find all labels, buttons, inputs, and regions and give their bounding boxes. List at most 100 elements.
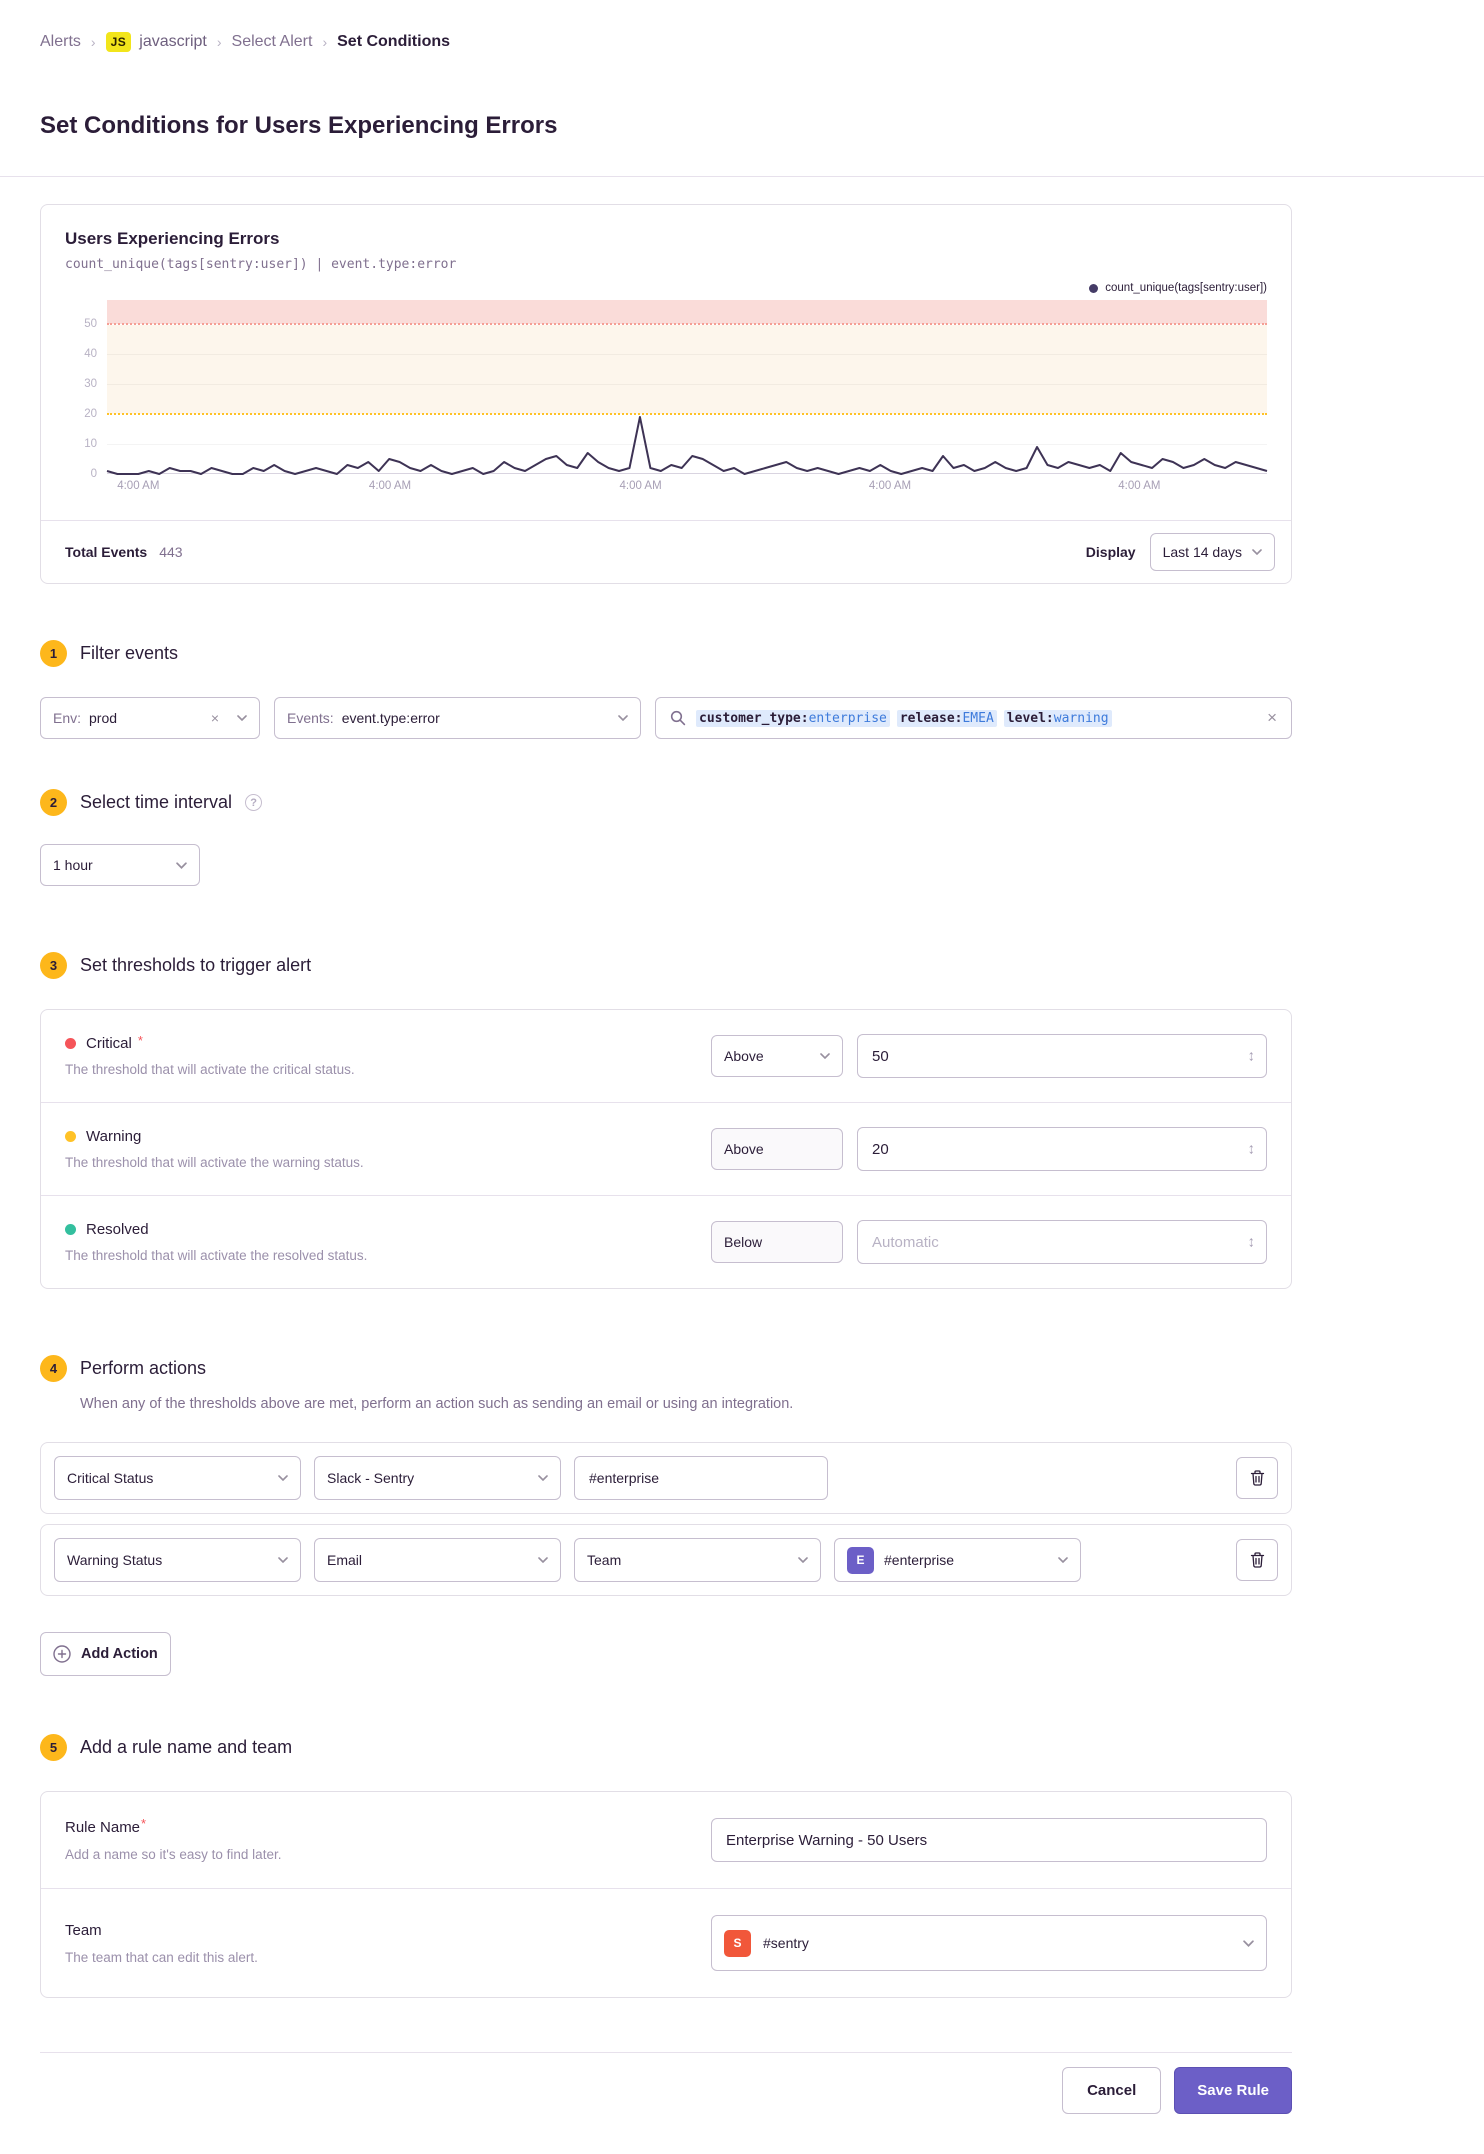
warning-status-icon bbox=[65, 1131, 76, 1142]
number-stepper-icon[interactable]: ↕ bbox=[1248, 1048, 1256, 1065]
trash-icon bbox=[1250, 1470, 1265, 1486]
chevron-down-icon bbox=[538, 1475, 548, 1481]
resolved-threshold-row: Resolved The threshold that will activat… bbox=[41, 1195, 1291, 1288]
event-filter-search-input[interactable]: customer_type:enterprise release:EMEA le… bbox=[655, 697, 1292, 739]
critical-condition-value: Above bbox=[724, 1048, 764, 1064]
breadcrumb-alerts[interactable]: Alerts bbox=[40, 33, 81, 51]
action-team-select[interactable]: E #enterprise bbox=[834, 1538, 1081, 1582]
x-tick: 4:00 AM bbox=[368, 480, 412, 492]
chart-title: Users Experiencing Errors bbox=[65, 229, 280, 248]
chevron-down-icon bbox=[820, 1053, 830, 1059]
action-service-select[interactable]: Slack - Sentry bbox=[314, 1456, 561, 1500]
page-header: Set Conditions for Users Experiencing Er… bbox=[0, 52, 1484, 177]
resolved-threshold-input[interactable] bbox=[857, 1220, 1267, 1264]
rule-name-input[interactable] bbox=[711, 1818, 1267, 1862]
critical-threshold-input[interactable] bbox=[857, 1034, 1267, 1078]
critical-status-icon bbox=[65, 1038, 76, 1049]
events-line-series bbox=[107, 300, 1267, 474]
delete-action-button[interactable] bbox=[1236, 1539, 1278, 1581]
number-stepper-icon[interactable]: ↕ bbox=[1248, 1234, 1256, 1251]
action-trigger-select[interactable]: Critical Status bbox=[54, 1456, 301, 1500]
chevron-down-icon bbox=[1252, 549, 1262, 555]
rule-name-label: Rule Name bbox=[65, 1818, 141, 1836]
breadcrumb-current: Set Conditions bbox=[337, 33, 451, 50]
critical-condition-select[interactable]: Above bbox=[711, 1035, 843, 1077]
delete-action-button[interactable] bbox=[1236, 1457, 1278, 1499]
action-row: Warning Status Email Team E #enterprise bbox=[40, 1524, 1292, 1596]
chart-plot bbox=[107, 300, 1267, 474]
warning-threshold-input[interactable] bbox=[857, 1127, 1267, 1171]
step-number-badge: 1 bbox=[40, 640, 67, 667]
threshold-description: The threshold that will activate the war… bbox=[65, 1155, 364, 1170]
display-range-value: Last 14 days bbox=[1162, 544, 1242, 560]
y-tick: 10 bbox=[84, 438, 97, 450]
step-title: Perform actions bbox=[80, 1358, 207, 1378]
clear-search-icon[interactable]: × bbox=[1267, 708, 1277, 728]
team-avatar: E bbox=[847, 1546, 874, 1574]
event-types-select[interactable]: Events: event.type:error bbox=[274, 697, 641, 739]
action-trigger-value: Warning Status bbox=[67, 1552, 163, 1568]
threshold-label: Resolved bbox=[86, 1221, 149, 1238]
form-footer: Cancel Save Rule bbox=[40, 2052, 1292, 2154]
action-service-select[interactable]: Email bbox=[314, 1538, 561, 1582]
actions-description: When any of the thresholds above are met… bbox=[80, 1396, 794, 1412]
cancel-button[interactable]: Cancel bbox=[1062, 2067, 1162, 2114]
action-trigger-select[interactable]: Warning Status bbox=[54, 1538, 301, 1582]
event-types-select-label: Events: bbox=[287, 710, 334, 726]
search-token: release:EMEA bbox=[896, 709, 997, 727]
environment-select-value: prod bbox=[89, 710, 118, 726]
search-query-tokens: customer_type:enterprise release:EMEA le… bbox=[696, 709, 1257, 727]
y-tick: 0 bbox=[90, 468, 97, 480]
slack-channel-input[interactable] bbox=[574, 1456, 828, 1500]
display-range-select[interactable]: Last 14 days bbox=[1149, 533, 1275, 571]
chevron-down-icon bbox=[1058, 1557, 1068, 1563]
resolved-condition-select: Below bbox=[711, 1221, 843, 1263]
action-row: Critical Status Slack - Sentry bbox=[40, 1442, 1292, 1514]
environment-select-label: Env: bbox=[53, 710, 82, 726]
action-target-type-value: Team bbox=[587, 1552, 622, 1568]
threshold-description: The threshold that will activate the cri… bbox=[65, 1062, 355, 1077]
team-avatar: S bbox=[724, 1929, 751, 1957]
x-tick: 4:00 AM bbox=[117, 480, 160, 492]
warning-condition-select: Above bbox=[711, 1128, 843, 1170]
clear-environment-icon[interactable]: × bbox=[211, 710, 219, 726]
time-interval-select[interactable]: 1 hour bbox=[40, 844, 200, 886]
y-tick: 20 bbox=[84, 408, 97, 420]
token-value: warning bbox=[1053, 710, 1109, 726]
step-filter-events: 1 Filter events Env: prod × Events: even… bbox=[40, 640, 1292, 739]
action-target-type-select[interactable]: Team bbox=[574, 1538, 821, 1582]
help-icon[interactable]: ? bbox=[245, 794, 263, 811]
chevron-down-icon bbox=[618, 715, 628, 721]
breadcrumb-project[interactable]: JS javascript bbox=[105, 32, 207, 52]
total-events-value: 443 bbox=[159, 544, 183, 560]
search-token: level:warning bbox=[1003, 709, 1112, 727]
breadcrumb-separator: › bbox=[90, 34, 96, 50]
step-title: Select time interval bbox=[80, 792, 233, 812]
y-tick: 50 bbox=[84, 318, 97, 330]
breadcrumb-select-alert[interactable]: Select Alert bbox=[232, 33, 313, 51]
breadcrumb-separator: › bbox=[322, 34, 328, 50]
breadcrumb: Alerts › JS javascript › Select Alert › … bbox=[0, 0, 1484, 52]
step-number-badge: 4 bbox=[40, 1355, 67, 1382]
save-rule-button[interactable]: Save Rule bbox=[1174, 2067, 1292, 2114]
critical-threshold-row: Critical * The threshold that will activ… bbox=[41, 1010, 1291, 1102]
search-token: customer_type:enterprise bbox=[696, 709, 890, 727]
chevron-down-icon bbox=[798, 1557, 808, 1563]
chart-y-axis: 50 40 30 20 10 0 bbox=[65, 300, 107, 480]
threshold-description: The threshold that will activate the res… bbox=[65, 1248, 368, 1263]
number-stepper-icon[interactable]: ↕ bbox=[1248, 1141, 1256, 1158]
chevron-down-icon bbox=[1243, 1939, 1254, 1947]
chevron-down-icon bbox=[278, 1475, 288, 1481]
token-key: level: bbox=[1006, 710, 1054, 726]
total-events-label: Total Events bbox=[65, 544, 148, 560]
add-action-button[interactable]: Add Action bbox=[40, 1632, 171, 1676]
y-tick: 30 bbox=[84, 378, 97, 390]
step-number-badge: 2 bbox=[40, 789, 67, 816]
environment-select[interactable]: Env: prod × bbox=[40, 697, 260, 739]
team-select[interactable]: S #sentry bbox=[711, 1915, 1267, 1971]
step-number-badge: 3 bbox=[40, 952, 67, 979]
legend-label: count_unique(tags[sentry:user]) bbox=[1105, 282, 1267, 294]
step-title: Filter events bbox=[80, 643, 179, 663]
action-trigger-value: Critical Status bbox=[67, 1470, 154, 1486]
chart-query: count_unique(tags[sentry:user]) | event.… bbox=[65, 257, 457, 272]
